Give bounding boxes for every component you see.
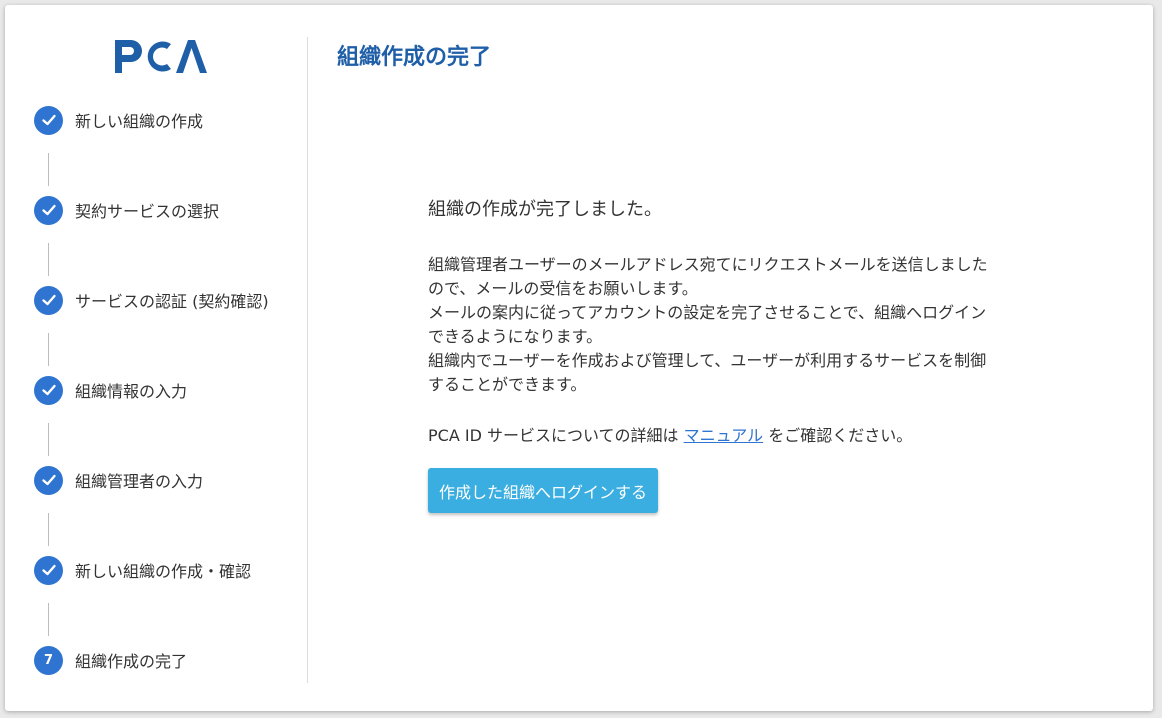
- page-title: 組織作成の完了: [337, 45, 492, 70]
- step-3-label: サービスの認証 (契約確認): [75, 292, 269, 311]
- pca-logo: [115, 40, 207, 73]
- step-1-check-icon: [34, 105, 63, 135]
- step-connector: [48, 153, 49, 186]
- step-1: 新しい組織の作成: [34, 105, 203, 135]
- description-line: メールの案内に従ってアカウントの設定を完了させることで、組織へログイン: [428, 303, 987, 322]
- sidebar-divider: [307, 37, 308, 683]
- step-5: 組織管理者の入力: [34, 465, 203, 495]
- step-2-check-icon: [34, 195, 63, 225]
- manual-link[interactable]: マニュアル: [684, 426, 764, 445]
- step-connector: [48, 603, 49, 636]
- step-connector: [48, 243, 49, 276]
- description-line: できるようになります。: [428, 327, 603, 346]
- step-4: 組織情報の入力: [34, 375, 187, 405]
- step-7-number: 7: [43, 652, 54, 668]
- description-line: ので、メールの受信をお願いします。: [428, 279, 698, 298]
- step-sidebar: 新しい組織の作成 契約サービスの選択 サービスの認証 (契約確認) 組織情報の入…: [5, 5, 307, 711]
- completion-description: 組織管理者ユーザーのメールアドレス宛てにリクエストメールを送信しました ので、メ…: [428, 253, 1068, 397]
- description-line: 組織管理者ユーザーのメールアドレス宛てにリクエストメールを送信しました: [428, 255, 988, 274]
- login-to-organization-button[interactable]: 作成した組織へログインする: [428, 468, 659, 513]
- step-6-check-icon: [34, 555, 63, 585]
- description-line: することができます。: [428, 375, 587, 394]
- step-7: 7 組織作成の完了: [34, 645, 187, 675]
- step-1-label: 新しい組織の作成: [75, 112, 204, 131]
- completion-message: 組織の作成が完了しました。: [428, 199, 662, 220]
- step-7-label: 組織作成の完了: [75, 652, 188, 671]
- step-connector: [48, 513, 49, 546]
- step-3: サービスの認証 (契約確認): [34, 285, 269, 315]
- step-7-number-badge: 7: [34, 645, 63, 675]
- manual-info-prefix: PCA ID サービスについての詳細は: [428, 426, 684, 445]
- manual-info-suffix: をご確認ください。: [763, 426, 913, 445]
- step-4-label: 組織情報の入力: [75, 382, 188, 401]
- wizard-card: 新しい組織の作成 契約サービスの選択 サービスの認証 (契約確認) 組織情報の入…: [5, 5, 1153, 711]
- step-2-label: 契約サービスの選択: [75, 202, 220, 221]
- step-connector: [48, 333, 49, 366]
- step-3-check-icon: [34, 285, 63, 315]
- step-6-label: 新しい組織の作成・確認: [75, 562, 252, 581]
- step-5-check-icon: [34, 465, 63, 495]
- step-2: 契約サービスの選択: [34, 195, 219, 225]
- step-6: 新しい組織の作成・確認: [34, 555, 251, 585]
- step-4-check-icon: [34, 375, 63, 405]
- step-connector: [48, 423, 49, 456]
- manual-info: PCA ID サービスについての詳細は マニュアル をご確認ください。: [428, 424, 1068, 448]
- completion-content: 組織の作成が完了しました。 組織管理者ユーザーのメールアドレス宛てにリクエストメ…: [428, 197, 1068, 513]
- step-5-label: 組織管理者の入力: [75, 472, 204, 491]
- description-line: 組織内でユーザーを作成および管理して、ユーザーが利用するサービスを制御: [428, 351, 987, 370]
